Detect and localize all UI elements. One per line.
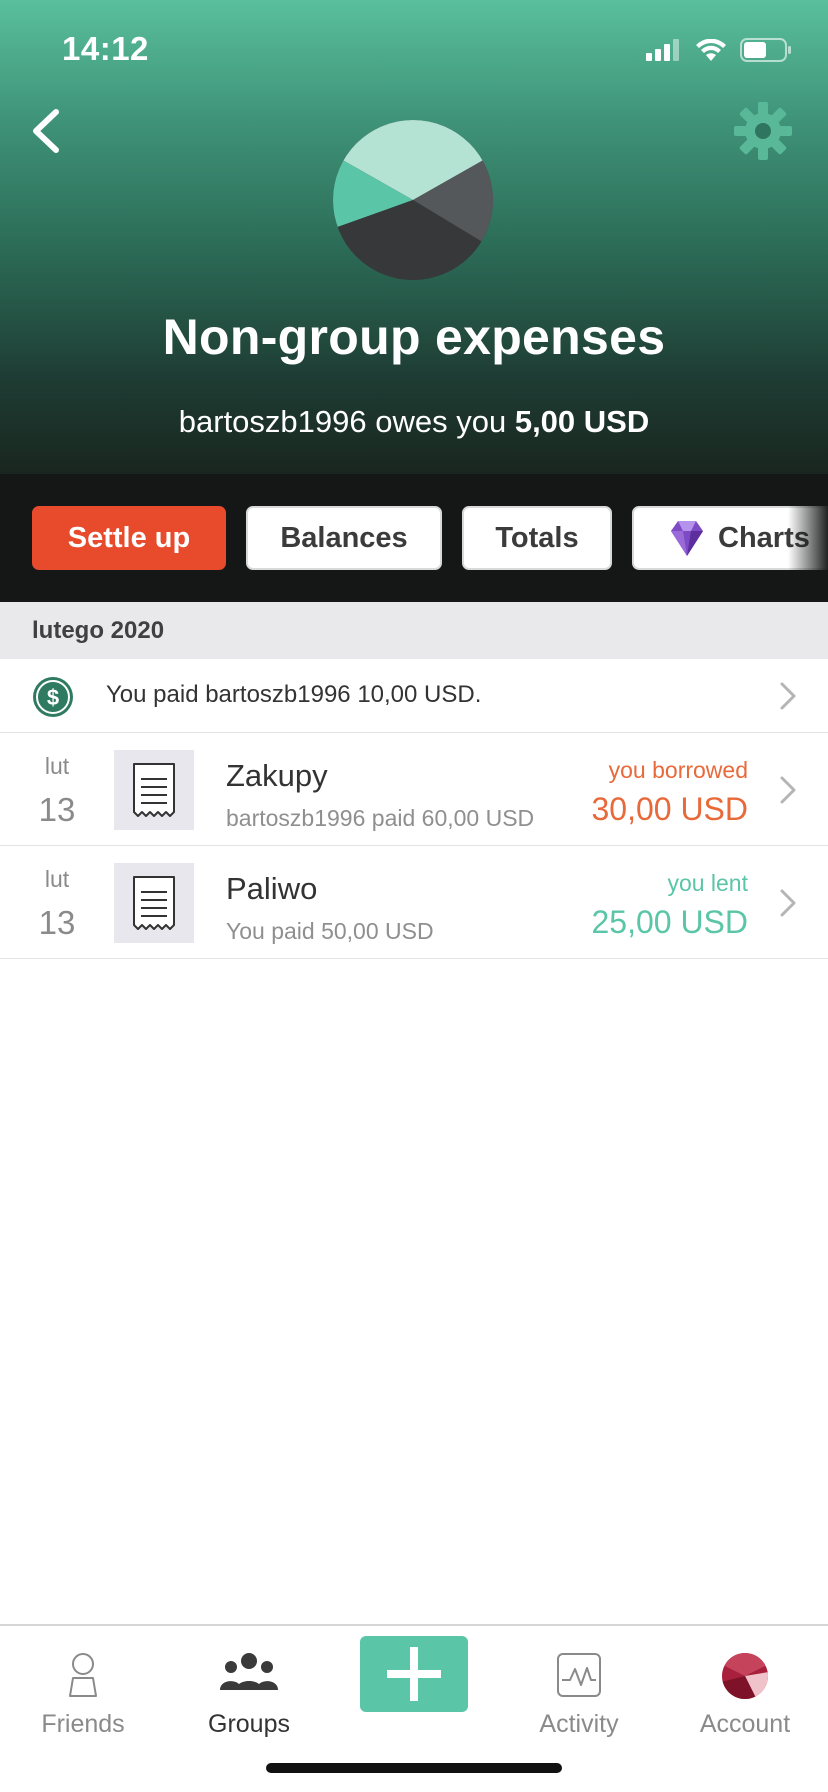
tab-label: Activity (539, 1710, 619, 1738)
action-bar: Settle up Balances Totals Charts (0, 474, 828, 602)
balance-summary-text: bartoszb1996 owes you (178, 404, 515, 439)
diamond-icon (671, 521, 703, 556)
account-avatar-icon (722, 1653, 768, 1699)
expense-amount: 25,00 USD (591, 904, 748, 940)
back-button[interactable] (14, 98, 80, 164)
expense-amount: 30,00 USD (591, 791, 748, 827)
expense-row[interactable]: lut 13 Paliwo You paid 50,00 USD you len… (0, 846, 828, 959)
balance-summary-amount: 5,00 USD (514, 404, 650, 439)
home-indicator (266, 1763, 562, 1773)
expense-title: Zakupy (226, 758, 328, 793)
wifi-icon (696, 39, 726, 61)
group-avatar (332, 119, 494, 281)
settings-button[interactable] (732, 100, 794, 162)
tab-label: Groups (208, 1710, 290, 1738)
tab-groups[interactable]: Groups (166, 1640, 332, 1740)
payment-row[interactable]: $ You paid bartoszb1996 10,00 USD. (0, 659, 828, 733)
tab-label: Account (699, 1710, 791, 1738)
chevron-right-icon (780, 889, 796, 917)
expense-row[interactable]: lut 13 Zakupy bartoszb1996 paid 60,00 US… (0, 733, 828, 846)
dollar-icon: $ (33, 677, 73, 717)
svg-text:$: $ (47, 685, 59, 710)
tab-label: Friends (41, 1710, 125, 1738)
gear-icon (734, 102, 792, 160)
chevron-right-icon (780, 776, 796, 804)
tab-account[interactable]: Account (662, 1640, 828, 1740)
scroll-fade (788, 474, 828, 602)
receipt-icon (133, 876, 175, 930)
status-time: 14:12 (62, 30, 149, 67)
expense-month: lut (44, 753, 70, 779)
person-icon (69, 1653, 97, 1697)
expense-receipt (114, 750, 194, 830)
tab-activity[interactable]: Activity (496, 1640, 662, 1740)
balance-summary: bartoszb1996 owes you 5,00 USD (0, 404, 828, 440)
signal-icon (646, 39, 679, 61)
add-expense-button[interactable] (360, 1636, 468, 1712)
expense-month: lut (44, 866, 70, 892)
chevron-left-icon (33, 109, 59, 153)
plus-icon (387, 1647, 441, 1701)
page-title: Non-group expenses (162, 309, 666, 365)
chevron-right-icon (780, 682, 796, 710)
expense-status: you borrowed (608, 757, 748, 783)
tab-friends[interactable]: Friends (0, 1640, 166, 1740)
activity-icon (557, 1653, 601, 1697)
group-header: 14:12 Non-group expenses bartoszb1996 ow… (0, 0, 828, 474)
totals-button[interactable]: Totals (462, 506, 612, 570)
receipt-icon (133, 763, 175, 817)
payment-text: You paid bartoszb1996 10,00 USD. (106, 681, 482, 708)
expense-subtitle: You paid 50,00 USD (226, 918, 434, 944)
expense-subtitle: bartoszb1996 paid 60,00 USD (226, 805, 535, 831)
expense-title: Paliwo (226, 871, 318, 906)
expense-receipt (114, 863, 194, 943)
battery-icon (740, 38, 791, 62)
month-section-header: lutego 2020 (0, 602, 828, 659)
settle-up-button[interactable]: Settle up (32, 506, 226, 570)
status-icons (646, 36, 792, 64)
expense-day: 13 (38, 791, 76, 828)
group-icon (220, 1653, 278, 1690)
balances-button[interactable]: Balances (246, 506, 442, 570)
expense-status: you lent (667, 870, 748, 896)
expense-day: 13 (38, 904, 76, 941)
